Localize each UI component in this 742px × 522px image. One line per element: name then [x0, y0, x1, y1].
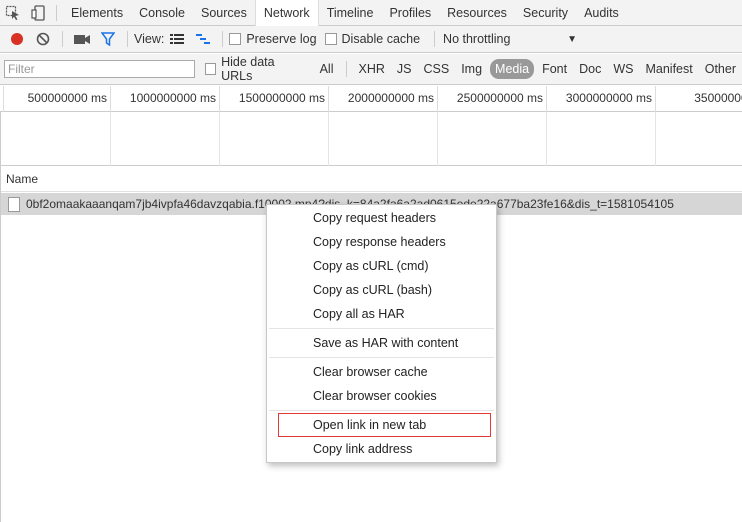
menu-item-save-as-har-with-content[interactable]: Save as HAR with content	[267, 331, 496, 355]
menu-item-clear-browser-cache[interactable]: Clear browser cache	[267, 360, 496, 384]
tab-network[interactable]: Network	[254, 0, 319, 26]
grid-border	[0, 112, 1, 522]
filter-type-all[interactable]: All	[314, 59, 340, 79]
timeline-gridline	[546, 112, 547, 166]
throttling-select[interactable]: No throttling ▼	[443, 32, 577, 46]
view-label: View:	[134, 32, 165, 46]
menu-item-open-link-in-new-tab[interactable]: Open link in new tab	[278, 413, 491, 437]
timeline-tick: 1500000000 ms	[219, 86, 328, 112]
context-menu: Copy request headers Copy response header…	[266, 204, 497, 463]
hide-data-urls-label: Hide data URLs	[221, 55, 275, 83]
network-toolbar: View: Preserve log Disable cache No thro…	[0, 26, 742, 53]
tab-console[interactable]: Console	[131, 0, 193, 26]
filter-type-img[interactable]: Img	[455, 59, 488, 79]
checkbox-box[interactable]	[229, 33, 242, 45]
filter-type-font[interactable]: Font	[536, 59, 573, 79]
timeline-overview	[0, 112, 742, 166]
menu-item-copy-request-headers[interactable]: Copy request headers	[267, 206, 496, 230]
checkbox-box[interactable]	[324, 33, 337, 45]
menu-item-clear-browser-cookies[interactable]: Clear browser cookies	[267, 384, 496, 408]
record-icon[interactable]	[6, 28, 28, 50]
tab-timeline[interactable]: Timeline	[319, 0, 382, 26]
toolbar-divider	[56, 4, 57, 21]
preserve-log-checkbox[interactable]: Preserve log	[229, 32, 317, 46]
tab-audits[interactable]: Audits	[576, 0, 627, 26]
devtools-tab-bar: Elements Console Sources Network Timeline Pro…	[0, 0, 742, 26]
timeline-tick: 3000000000 ms	[546, 86, 655, 112]
filter-type-css[interactable]: CSS	[418, 59, 456, 79]
tab-profiles[interactable]: Profiles	[381, 0, 439, 26]
disable-cache-label: Disable cache	[341, 32, 421, 46]
document-icon	[8, 196, 20, 212]
dropdown-arrow-icon: ▼	[567, 33, 578, 45]
hide-data-urls-checkbox[interactable]: Hide data URLs	[204, 55, 306, 83]
inspect-element-icon[interactable]	[0, 0, 26, 26]
menu-item-copy-as-curl-bash[interactable]: Copy as cURL (bash)	[267, 278, 496, 302]
timeline-tick: 2000000000 ms	[328, 86, 437, 112]
timeline-gridline	[328, 112, 329, 166]
filter-bar: Hide data URLs All XHRJSCSSImgMediaFontDo…	[0, 54, 742, 85]
menu-item-copy-link-address[interactable]: Copy link address	[267, 437, 496, 461]
filter-icon[interactable]	[97, 28, 119, 50]
clear-icon[interactable]	[32, 28, 54, 50]
menu-item-copy-all-as-har[interactable]: Copy all as HAR	[267, 302, 496, 326]
camera-icon[interactable]	[71, 28, 93, 50]
tab-security[interactable]: Security	[515, 0, 576, 26]
throttling-value: No throttling	[443, 32, 511, 46]
timeline-tick: 3500000000	[655, 86, 742, 112]
waterfall-view-icon[interactable]	[192, 28, 214, 50]
menu-separator	[269, 357, 494, 358]
filter-type-xhr[interactable]: XHR	[353, 59, 391, 79]
checkbox-box[interactable]	[204, 63, 217, 75]
panel-tabs: Elements Console Sources Network Timeline Pro…	[63, 0, 627, 26]
name-column-header[interactable]: Name	[0, 167, 742, 192]
disable-cache-checkbox[interactable]: Disable cache	[324, 32, 421, 46]
filter-type-media[interactable]: Media	[490, 59, 535, 79]
filter-input[interactable]	[4, 60, 195, 78]
timeline-tick: 1000000000 ms	[110, 86, 219, 112]
tab-sources[interactable]: Sources	[193, 0, 255, 26]
menu-separator	[269, 410, 494, 411]
filter-type-doc[interactable]: Doc	[573, 59, 607, 79]
toolbar-divider	[127, 31, 128, 47]
menu-item-copy-as-curl-cmd[interactable]: Copy as cURL (cmd)	[267, 254, 496, 278]
timeline-gridline	[219, 112, 220, 166]
timeline-tick: 500000000 ms	[3, 86, 110, 112]
device-mode-icon[interactable]	[26, 0, 52, 26]
resource-type-filters: All XHR JS CSS Img Media Font Doc WS Manifest Othe…	[314, 59, 742, 79]
preserve-log-label: Preserve log	[246, 32, 317, 46]
list-view-icon[interactable]	[166, 28, 188, 50]
toolbar-divider	[434, 31, 436, 47]
tab-resources[interactable]: Resources	[439, 0, 515, 26]
toolbar-divider	[62, 31, 63, 47]
filter-type-other[interactable]: Other	[699, 59, 742, 79]
filter-divider	[345, 61, 347, 77]
name-header-label: Name	[6, 172, 39, 186]
timeline-tick: 2500000000 ms	[437, 86, 546, 112]
tab-elements[interactable]: Elements	[63, 0, 131, 26]
filter-type-ws[interactable]: WS	[607, 59, 639, 79]
timeline-gridline	[655, 112, 656, 166]
timeline-gridline	[437, 112, 438, 166]
timeline-gridline	[110, 112, 111, 166]
timeline-ruler: 500000000 ms 1000000000 ms 1500000000 ms 20…	[0, 86, 742, 112]
menu-item-copy-response-headers[interactable]: Copy response headers	[267, 230, 496, 254]
menu-separator	[269, 328, 494, 329]
toolbar-divider	[222, 31, 224, 47]
filter-type-js[interactable]: JS	[391, 59, 418, 79]
filter-type-manifest[interactable]: Manifest	[639, 59, 698, 79]
